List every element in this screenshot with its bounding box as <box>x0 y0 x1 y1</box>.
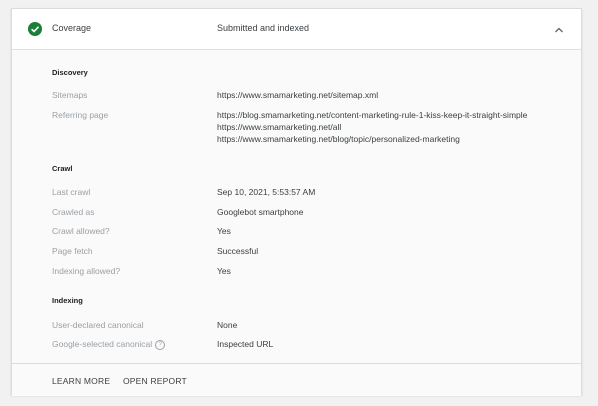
indexing-allowed-label: Indexing allowed? <box>52 266 121 276</box>
referring-url: https://www.smamarketing.net/all <box>217 122 342 132</box>
google-canonical-value: Inspected URL <box>217 339 274 349</box>
page-fetch-label: Page fetch <box>52 246 93 256</box>
coverage-header[interactable]: Coverage Submitted and indexed <box>12 9 581 50</box>
sitemaps-label: Sitemaps <box>52 90 88 100</box>
crawl-allowed-label: Crawl allowed? <box>52 226 110 236</box>
coverage-label: Coverage <box>52 23 92 33</box>
discovery-section-title: Discovery <box>52 68 88 77</box>
coverage-card: Coverage Submitted and indexed Discovery… <box>11 8 582 396</box>
check-circle-icon <box>28 22 42 36</box>
last-crawl-label: Last crawl <box>52 187 91 197</box>
referring-page-values: https://blog.smamarketing.net/content-ma… <box>217 109 527 145</box>
chevron-up-icon[interactable] <box>553 23 565 35</box>
crawl-section-title: Crawl <box>52 164 73 173</box>
crawled-as-label: Crawled as <box>52 207 95 217</box>
referring-url: https://www.smamarketing.net/blog/topic/… <box>217 134 460 144</box>
learn-more-button[interactable]: LEARN MORE <box>52 376 110 386</box>
help-circle-icon[interactable]: ? <box>155 340 166 350</box>
last-crawl-value: Sep 10, 2021, 5:53:57 AM <box>217 187 316 197</box>
google-canonical-label-row: Google-selected canonical? <box>52 339 166 350</box>
user-canonical-value: None <box>217 320 238 330</box>
crawl-allowed-value: Yes <box>217 226 231 236</box>
google-canonical-label: Google-selected canonical <box>52 339 153 349</box>
user-canonical-label: User-declared canonical <box>52 320 144 330</box>
referring-url: https://blog.smamarketing.net/content-ma… <box>217 110 528 120</box>
sitemaps-value: https://www.smamarketing.net/sitemap.xml <box>217 90 379 100</box>
coverage-status: Submitted and indexed <box>217 23 310 33</box>
open-report-button[interactable]: OPEN REPORT <box>123 376 187 386</box>
card-footer: LEARN MORE OPEN REPORT <box>12 363 581 396</box>
referring-page-label: Referring page <box>52 110 109 120</box>
crawled-as-value: Googlebot smartphone <box>217 207 304 217</box>
indexing-section-title: Indexing <box>52 296 83 305</box>
indexing-allowed-value: Yes <box>217 266 231 276</box>
page-fetch-value: Successful <box>217 246 259 256</box>
